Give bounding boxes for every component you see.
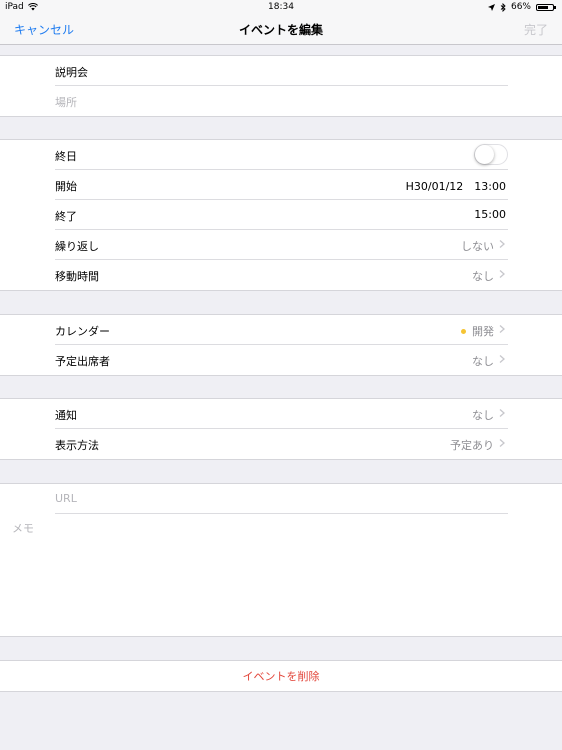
title-row[interactable]: 説明会: [0, 56, 562, 86]
location-row[interactable]: 場所: [0, 86, 562, 116]
chevron-right-icon: [499, 325, 505, 333]
alert-value: なし: [472, 409, 494, 422]
invitees-value: なし: [472, 355, 494, 368]
status-right: 66%: [487, 2, 556, 12]
chevron-right-icon: [499, 270, 505, 278]
travel-time-row[interactable]: 移動時間 なし: [0, 260, 562, 290]
url-field[interactable]: URL: [55, 492, 77, 505]
chevron-right-icon: [499, 409, 505, 417]
alert-label: 通知: [55, 409, 77, 422]
chevron-right-icon: [499, 355, 505, 363]
calendar-group: カレンダー 開発 予定出席者 なし: [0, 314, 562, 376]
repeat-value: しない: [461, 240, 494, 253]
chevron-right-icon: [499, 240, 505, 248]
notes-group: URL: [0, 483, 562, 637]
chevron-right-icon: [499, 439, 505, 447]
location-arrow-icon: [487, 3, 495, 11]
repeat-label: 繰り返し: [55, 240, 99, 253]
end-label: 終了: [55, 210, 77, 223]
travel-time-label: 移動時間: [55, 270, 99, 283]
calendar-value-wrap: 開発: [461, 323, 494, 339]
navigation-bar: キャンセル イベントを編集 完了: [0, 14, 562, 45]
battery-percent: 66%: [510, 2, 531, 12]
invitees-row[interactable]: 予定出席者 なし: [0, 345, 562, 375]
end-row[interactable]: 終了 15:00: [0, 200, 562, 230]
title-field[interactable]: 説明会: [55, 64, 88, 80]
alert-group: 通知 なし 表示方法 予定あり: [0, 398, 562, 460]
allday-row: 終日: [0, 140, 562, 170]
calendar-label: カレンダー: [55, 325, 110, 338]
allday-toggle[interactable]: [474, 144, 508, 165]
allday-label: 終日: [55, 150, 77, 163]
start-value: H30/01/12 13:00: [405, 180, 506, 193]
title-location-group: 説明会 場所: [0, 55, 562, 117]
calendar-row[interactable]: カレンダー 開発: [0, 315, 562, 345]
notes-field[interactable]: メモ: [12, 520, 34, 536]
invitees-label: 予定出席者: [55, 355, 110, 368]
end-value: 15:00: [474, 208, 506, 221]
battery-icon: [536, 3, 556, 11]
calendar-color-dot: [461, 328, 466, 334]
alert-row[interactable]: 通知 なし: [0, 399, 562, 429]
show-as-label: 表示方法: [55, 439, 99, 452]
done-button[interactable]: 完了: [524, 21, 548, 38]
page-title: イベントを編集: [238, 23, 323, 37]
delete-event-button[interactable]: イベントを削除: [0, 668, 562, 684]
repeat-row[interactable]: 繰り返し しない: [0, 230, 562, 260]
show-as-row[interactable]: 表示方法 予定あり: [0, 429, 562, 459]
url-row[interactable]: URL: [0, 484, 562, 514]
start-label: 開始: [55, 180, 77, 193]
timing-group: 終日 開始 H30/01/12 13:00 終了 15:00 繰り返し しない …: [0, 139, 562, 291]
calendar-value: 開発: [472, 325, 494, 338]
status-time: 18:34: [268, 2, 294, 12]
travel-time-value: なし: [472, 270, 494, 283]
start-row[interactable]: 開始 H30/01/12 13:00: [0, 170, 562, 200]
bluetooth-icon: [500, 2, 506, 12]
status-bar: iPad 18:34 66%: [0, 0, 562, 14]
show-as-value: 予定あり: [450, 439, 494, 452]
location-field[interactable]: 場所: [55, 94, 77, 110]
